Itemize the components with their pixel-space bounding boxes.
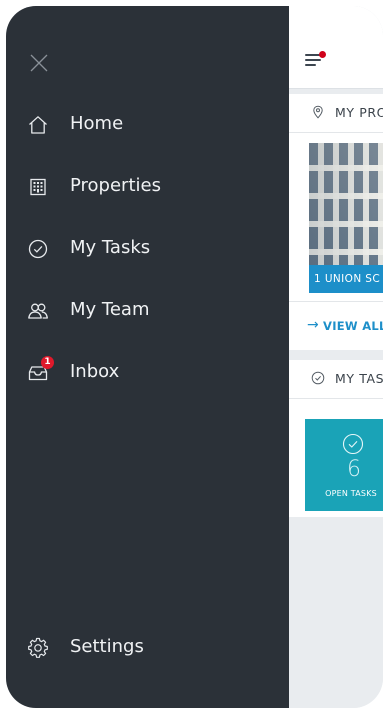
nav-item-label: Properties (70, 175, 161, 196)
home-icon (29, 116, 47, 134)
menu-button[interactable] (305, 51, 326, 68)
nav-item-properties[interactable]: Properties (6, 165, 289, 209)
top-bar (289, 6, 383, 89)
nav-item-label: My Tasks (70, 237, 151, 258)
open-tasks-count: 6 (347, 457, 361, 482)
property-list: 1 UNION SC (289, 133, 383, 301)
property-label-bar: 1 UNION SC (309, 265, 383, 293)
close-icon[interactable] (28, 52, 50, 74)
nav-item-label: Home (70, 113, 124, 134)
location-pin-icon (313, 105, 323, 119)
check-circle-icon (342, 433, 364, 455)
arrow-right-icon: → (307, 317, 319, 333)
nav-item-label: Settings (70, 636, 144, 657)
nav-item-my-tasks[interactable]: My Tasks (6, 227, 289, 271)
navigation-drawer: Home Properties My Tasks My Team 1 Inbox… (6, 6, 289, 708)
inbox-badge: 1 (41, 356, 54, 369)
my-properties-header[interactable]: MY PRO (289, 94, 383, 133)
view-all-link[interactable]: → VIEW ALL (289, 301, 383, 350)
menu-icon-bar (305, 59, 321, 61)
tasks-summary: 6 OPEN TASKS (289, 399, 383, 517)
device-frame: MY PRO 1 UNION SC → VIEW ALL MY TAS 6 OP… (6, 6, 383, 708)
main-content: MY PRO 1 UNION SC → VIEW ALL MY TAS 6 OP… (289, 6, 383, 708)
property-card[interactable]: 1 UNION SC (309, 143, 383, 293)
my-properties-title: MY PRO (335, 105, 383, 120)
team-icon (28, 303, 48, 319)
menu-icon-bar (305, 64, 316, 66)
my-tasks-header[interactable]: MY TAS (289, 360, 383, 399)
nav-item-label: My Team (70, 299, 150, 320)
my-tasks-title: MY TAS (335, 371, 383, 386)
open-tasks-label: OPEN TASKS (325, 489, 377, 498)
open-tasks-tile[interactable]: 6 OPEN TASKS (305, 419, 383, 511)
nav-item-home[interactable]: Home (6, 103, 289, 147)
nav-item-inbox[interactable]: 1 Inbox (6, 351, 289, 395)
nav-item-my-team[interactable]: My Team (6, 289, 289, 333)
building-icon (30, 178, 46, 196)
check-circle-icon (311, 371, 325, 385)
nav-item-settings[interactable]: Settings (6, 626, 289, 670)
check-circle-icon (28, 239, 48, 259)
notification-dot (319, 51, 326, 58)
gear-icon (28, 637, 48, 658)
property-name: 1 UNION SC (314, 273, 381, 285)
view-all-label: VIEW ALL (323, 319, 383, 333)
nav-item-label: Inbox (70, 361, 120, 382)
